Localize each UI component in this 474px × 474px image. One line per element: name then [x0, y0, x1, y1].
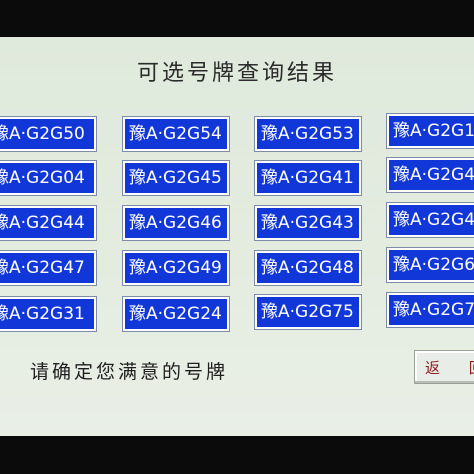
back-button[interactable]: 返 回 [414, 350, 474, 384]
plate-option[interactable]: 豫A·G2G53 [254, 116, 362, 152]
plate-option[interactable]: 豫A·G2G50 [0, 116, 97, 152]
plate-option[interactable]: 豫A·G2G54 [122, 116, 230, 152]
kiosk-screen: 可选号牌查询结果 豫A·G2G50 豫A·G2G54 豫A·G2G53 豫A·G… [0, 37, 474, 436]
plate-option[interactable]: 豫A·G2G45 [122, 160, 230, 196]
confirm-prompt: 请确定您满意的号牌 [30, 361, 229, 383]
plate-option[interactable]: 豫A·G2G04 [0, 160, 97, 196]
plate-option[interactable]: 豫A·G2G1 [386, 113, 474, 149]
plate-option[interactable]: 豫A·G2G41 [254, 160, 362, 196]
plate-option[interactable]: 豫A·G2G24 [122, 296, 230, 332]
plate-option[interactable]: 豫A·G2G7 [386, 292, 474, 328]
plate-option[interactable]: 豫A·G2G43 [254, 205, 362, 241]
plate-option[interactable]: 豫A·G2G6 [386, 247, 474, 283]
page-title: 可选号牌查询结果 [136, 61, 337, 86]
plate-option[interactable]: 豫A·G2G46 [122, 205, 230, 241]
plate-option[interactable]: 豫A·G2G47 [0, 250, 97, 286]
plate-option[interactable]: 豫A·G2G31 [0, 296, 97, 332]
plate-option[interactable]: 豫A·G2G49 [122, 250, 230, 286]
plate-option[interactable]: 豫A·G2G48 [254, 250, 362, 286]
plate-option[interactable]: 豫A·G2G4 [386, 157, 474, 193]
plate-option[interactable]: 豫A·G2G44 [0, 205, 97, 241]
plate-option[interactable]: 豫A·G2G4 [386, 202, 474, 238]
plate-option[interactable]: 豫A·G2G75 [254, 294, 362, 330]
